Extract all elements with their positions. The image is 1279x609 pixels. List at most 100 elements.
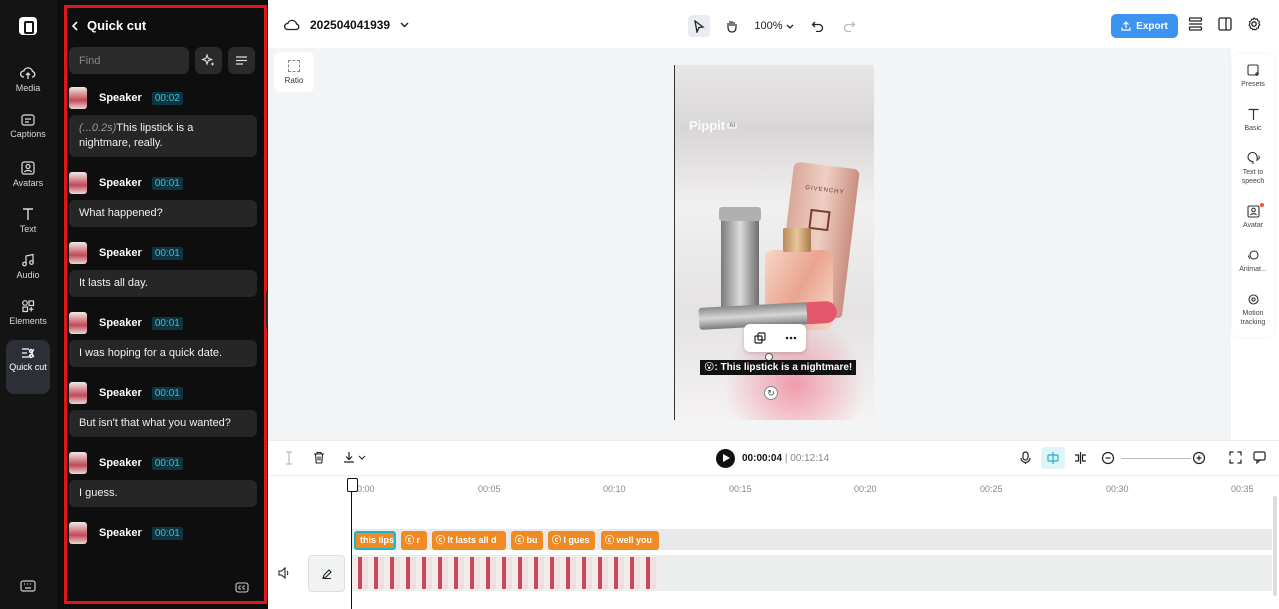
export-button[interactable]: Export (1111, 14, 1178, 38)
filter-menu-button[interactable] (228, 47, 255, 74)
ratio-button[interactable]: Ratio (274, 52, 314, 92)
speaker-row[interactable]: Speaker 00:01 (69, 519, 257, 547)
speaker-avatar (69, 522, 87, 544)
rail-item-quick-cut[interactable]: Quick cut (6, 340, 50, 394)
speaker-name: Speaker (99, 177, 142, 189)
ratio-label: Ratio (284, 76, 304, 85)
rotate-handle-icon[interactable]: ↻ (764, 386, 778, 400)
rail-item-text[interactable]: Text (6, 207, 50, 234)
caption-clip[interactable]: ⓒ bu (511, 531, 543, 550)
total-time: 00:12:14 (790, 453, 830, 464)
fullscreen-icon[interactable] (1229, 451, 1242, 464)
microphone-icon[interactable] (1020, 451, 1031, 465)
comment-icon[interactable] (1253, 451, 1266, 464)
zoom-value: 100% (754, 20, 783, 32)
split-clip-icon[interactable] (1074, 451, 1087, 465)
split-cursor-icon[interactable] (284, 451, 294, 465)
new-badge-dot (1260, 203, 1264, 207)
presets-tool[interactable]: Presets (1232, 64, 1274, 89)
rail-item-avatars[interactable]: Avatars (6, 161, 50, 188)
hand-tool[interactable] (720, 15, 742, 37)
keyboard-icon[interactable] (20, 580, 36, 592)
video-clip-thumbnails[interactable] (352, 557, 662, 589)
ai-magic-button[interactable] (195, 47, 222, 74)
find-input[interactable] (69, 47, 189, 74)
play-button[interactable] (716, 449, 735, 468)
chevron-down-icon (786, 24, 794, 29)
transcript-segment[interactable]: I was hoping for a quick date. (69, 340, 257, 367)
speaker-avatar (69, 87, 87, 109)
basic-tool[interactable]: Basic (1232, 108, 1274, 133)
duplicate-icon[interactable] (753, 332, 766, 344)
canvas-tools: 100% (688, 15, 860, 37)
lipstick-cap (719, 207, 761, 221)
transcript-segment[interactable]: (...0.2s)This lipstick is a nightmare, r… (69, 115, 257, 157)
caption-clip[interactable]: ⓒ well you (601, 531, 659, 550)
caption-clip[interactable]: ⓒ I gues (548, 531, 595, 550)
closed-captions-icon[interactable] (235, 582, 249, 593)
top-right-icons (1188, 17, 1261, 31)
rail-item-media[interactable]: Media (6, 66, 50, 93)
redo-button[interactable] (838, 15, 860, 37)
zoom-out-icon[interactable] (1101, 451, 1115, 465)
more-options-icon[interactable] (785, 336, 797, 340)
avatar-tool[interactable]: Avatar (1232, 203, 1274, 230)
undo-button[interactable] (806, 15, 828, 37)
speaker-row[interactable]: Speaker 00:01 (69, 309, 257, 337)
speaker-row[interactable]: Speaker 00:01 (69, 379, 257, 407)
speaker-row[interactable]: Speaker 00:02 (69, 84, 257, 112)
sparkle-icon (201, 53, 215, 66)
speaker-row[interactable]: Speaker 00:01 (69, 449, 257, 477)
rail-item-audio[interactable]: Audio (6, 253, 50, 280)
caption-clip[interactable]: ⓒ It lasts all d (432, 531, 506, 550)
back-chevron-icon[interactable] (71, 20, 79, 31)
zoom-in-icon[interactable] (1192, 451, 1206, 465)
caption-clip[interactable]: ⓒ r (401, 531, 427, 550)
edit-cover-button[interactable] (308, 555, 345, 592)
speaker-name: Speaker (99, 92, 142, 104)
vertical-scrollbar[interactable] (1273, 496, 1277, 596)
text-to-speech-tool[interactable]: Text to speech (1232, 152, 1274, 186)
target-icon (1247, 294, 1259, 305)
playhead[interactable] (347, 478, 358, 609)
transcript-segment[interactable]: But isn't that what you wanted? (69, 410, 257, 437)
auto-snap-toggle[interactable] (1041, 447, 1065, 469)
rail-label: Audio (16, 270, 40, 280)
motion-tracking-tool[interactable]: Motion tracking (1232, 293, 1274, 327)
volume-icon[interactable] (278, 567, 291, 579)
rail-item-captions[interactable]: Captions (6, 114, 50, 139)
select-tool[interactable] (688, 15, 710, 37)
zoom-slider[interactable] (1121, 458, 1191, 459)
caption-clip[interactable]: this lips (354, 531, 396, 550)
transcript-segment[interactable]: I guess. (69, 480, 257, 507)
pause-marker: (...0.2s) (79, 122, 117, 134)
download-dropdown-icon[interactable] (343, 451, 367, 464)
ratio-frame-icon (288, 60, 300, 72)
rail-item-elements[interactable]: Elements (6, 299, 50, 326)
speaker-row[interactable]: Speaker 00:01 (69, 169, 257, 197)
speaker-duration: 00:01 (151, 316, 183, 330)
time-ruler[interactable]: 00:00 00:05 00:10 00:15 00:20 00:25 00:3… (352, 476, 1272, 498)
panel-header[interactable]: Quick cut (71, 18, 146, 33)
rail-label: Quick cut (9, 362, 47, 372)
delete-trash-icon[interactable] (313, 451, 325, 464)
zoom-dropdown[interactable]: 100% (752, 15, 796, 37)
watermark: Pippit AI (689, 117, 738, 134)
speaker-row[interactable]: Speaker 00:01 (69, 239, 257, 267)
split-layout-icon[interactable] (1218, 17, 1232, 31)
stack-layers-icon[interactable] (1188, 17, 1203, 31)
pencil-icon (322, 569, 332, 580)
ruler-label: 00:35 (1231, 484, 1254, 494)
caption-text-overlay[interactable]: 😮: This lipstick is a nightmare! (700, 360, 857, 375)
speaker-duration: 00:01 (151, 246, 183, 260)
left-rail: Media Captions Avatars Text Audio Elemen… (0, 0, 57, 609)
speaker-name: Speaker (99, 317, 142, 329)
transcript-segment[interactable]: What happened? (69, 200, 257, 227)
transcript-segment[interactable]: It lasts all day. (69, 270, 257, 297)
project-menu[interactable]: 202504041939 (284, 18, 409, 32)
playback-time: 00:00:04 | 00:12:14 (742, 453, 830, 464)
watermark-text: Pippit (689, 118, 726, 134)
animation-tool[interactable]: Animat... (1232, 249, 1274, 274)
settings-gear-icon[interactable] (1247, 17, 1261, 31)
captions-icon (21, 114, 35, 126)
